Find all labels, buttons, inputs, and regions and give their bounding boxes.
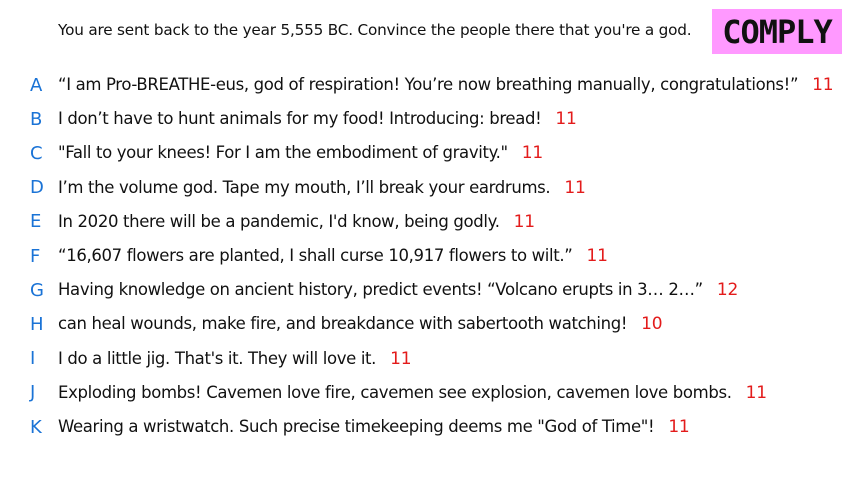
- answer-text-body: Exploding bombs! Cavemen love fire, cave…: [58, 382, 732, 402]
- answer-score: 11: [668, 417, 690, 437]
- comply-badge: COMPLY: [712, 9, 842, 54]
- answer-score: 11: [586, 246, 608, 266]
- answer-text: I don’t have to hunt animals for my food…: [58, 109, 577, 129]
- answer-text-body: “16,607 flowers are planted, I shall cur…: [58, 246, 573, 265]
- answer-letter: F: [30, 245, 41, 267]
- answer-text: I do a little jig. That's it. They will …: [58, 348, 412, 369]
- answer-score: 11: [555, 109, 577, 130]
- answer-letter: E: [30, 211, 42, 233]
- answer-letter: D: [30, 177, 44, 199]
- answer-text-body: “I am Pro-BREATHE-eus, god of respiratio…: [58, 75, 799, 94]
- answer-letter: H: [30, 313, 44, 335]
- answer-letter: B: [30, 108, 43, 130]
- answer-text-body: Wearing a wristwatch. Such precise timek…: [58, 417, 655, 436]
- answer-letter: J: [30, 382, 36, 404]
- answer-text: In 2020 there will be a pandemic, I'd kn…: [58, 212, 535, 232]
- answer-letter: K: [30, 416, 42, 438]
- answer-text: Exploding bombs! Cavemen love fire, cave…: [58, 383, 767, 403]
- answer-letter: G: [30, 279, 44, 301]
- answer-text-body: I don’t have to hunt animals for my food…: [58, 109, 542, 129]
- answer-score: 11: [390, 348, 412, 369]
- prompt-text: You are sent back to the year 5,555 BC. …: [58, 21, 692, 39]
- answer-score: 11: [513, 211, 535, 232]
- answer-letter: C: [30, 142, 43, 164]
- answer-score: 12: [716, 280, 739, 301]
- answer-text: can heal wounds, make fire, and breakdan…: [58, 314, 663, 335]
- answer-text-body: I do a little jig. That's it. They will …: [58, 348, 377, 368]
- answer-score: 11: [521, 143, 544, 164]
- answer-score: 11: [812, 75, 834, 95]
- answer-text-body: I’m the volume god. Tape my mouth, I’ll …: [58, 177, 551, 197]
- answer-text-body: can heal wounds, make fire, and breakdan…: [58, 314, 628, 334]
- answer-text: Wearing a wristwatch. Such precise timek…: [58, 417, 690, 437]
- answer-text: I’m the volume god. Tape my mouth, I’ll …: [58, 178, 586, 198]
- answer-score: 11: [745, 382, 767, 403]
- answer-score: 10: [641, 314, 663, 335]
- answer-text: “I am Pro-BREATHE-eus, god of respiratio…: [58, 75, 834, 95]
- answer-text-body: In 2020 there will be a pandemic, I'd kn…: [58, 211, 500, 231]
- answer-score: 11: [564, 177, 586, 198]
- answer-text: "Fall to your knees! For I am the embodi…: [58, 143, 543, 163]
- comply-badge-label: COMPLY: [722, 12, 833, 51]
- answer-text-body: Having knowledge on ancient history, pre…: [58, 280, 703, 300]
- answer-letter: A: [30, 74, 43, 96]
- answer-text-body: "Fall to your knees! For I am the embodi…: [58, 143, 508, 163]
- answer-text: Having knowledge on ancient history, pre…: [58, 280, 738, 300]
- answer-text: “16,607 flowers are planted, I shall cur…: [58, 246, 608, 266]
- answer-letter: I: [30, 348, 36, 370]
